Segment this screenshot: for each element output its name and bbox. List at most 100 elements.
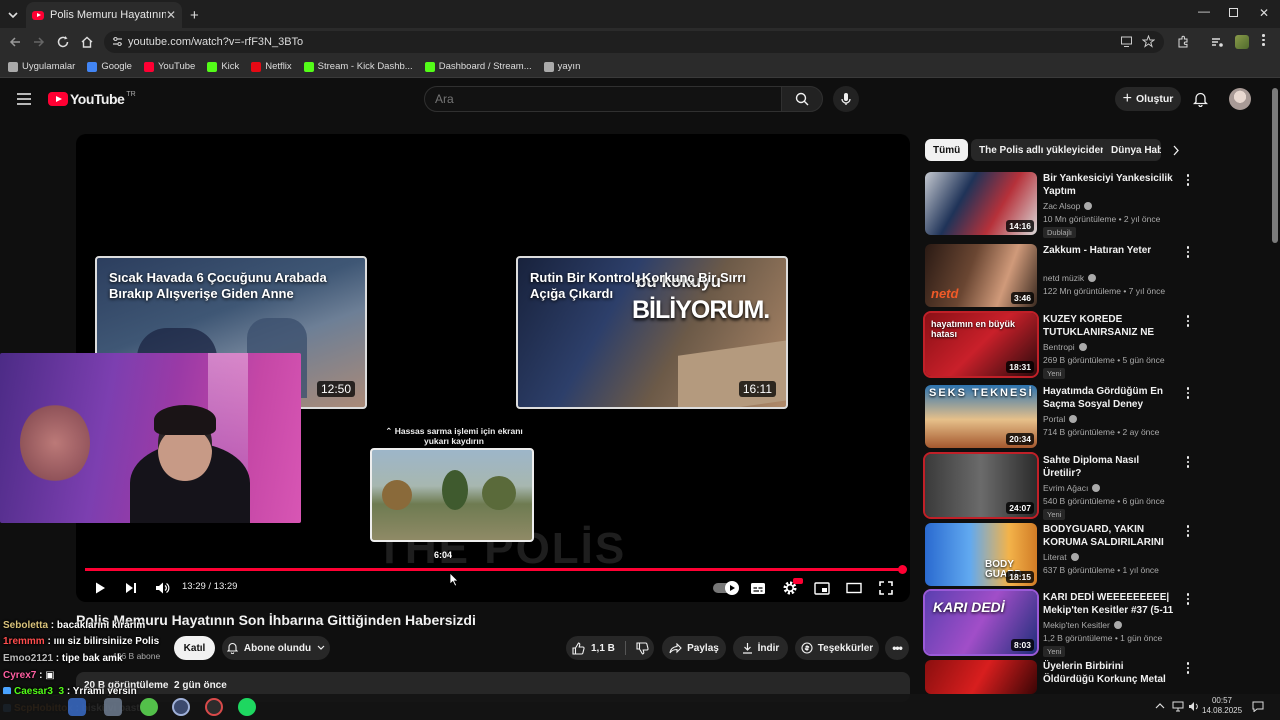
- more-vertical-icon[interactable]: [1183, 456, 1193, 470]
- more-vertical-icon[interactable]: [1183, 662, 1193, 676]
- channel-name[interactable]: Evrim Ağacı: [1043, 483, 1101, 493]
- minimize-icon[interactable]: —: [1198, 4, 1210, 18]
- endscreen-video-card[interactable]: bu kokuyu BİLİYORUM. Rutin Bir Kontrol, …: [516, 256, 788, 409]
- video-thumbnail[interactable]: [925, 660, 1037, 694]
- recommended-video[interactable]: BODY GUARD 18:15 BODYGUARD, YAKIN KORUMA S…: [925, 523, 1195, 587]
- address-bar[interactable]: youtube.com/watch?v=-rfF3N_3BTo: [104, 31, 1164, 53]
- recommended-video-title[interactable]: KARI DEDİ WEEEEEEEEE| Mekip'ten Kesitler…: [1043, 591, 1177, 617]
- account-avatar[interactable]: [1229, 88, 1251, 110]
- more-vertical-icon[interactable]: [1183, 387, 1193, 401]
- create-button[interactable]: + Oluştur: [1115, 87, 1181, 111]
- notification-center-icon[interactable]: [1252, 701, 1264, 712]
- extensions-icon[interactable]: [1176, 35, 1190, 49]
- video-thumbnail[interactable]: hayatımın en büyük hatası 18:31: [923, 311, 1039, 378]
- browser-menu-icon[interactable]: [1262, 34, 1265, 46]
- channel-name[interactable]: Literat: [1043, 552, 1079, 562]
- bookmark-item[interactable]: Google: [87, 61, 132, 72]
- channel-name[interactable]: Zac Alsop: [1043, 201, 1093, 211]
- browser-tab[interactable]: Polis Memuru Hayatının Son İhb ✕: [26, 2, 182, 28]
- theater-mode-button[interactable]: [843, 577, 865, 599]
- recommended-video-title[interactable]: Sahte Diploma Nasıl Üretilir?: [1043, 454, 1177, 480]
- subscribed-button[interactable]: Abone olundu: [222, 636, 330, 660]
- more-vertical-icon[interactable]: [1183, 315, 1193, 329]
- bookmark-item[interactable]: Kick: [207, 61, 239, 72]
- taskbar-app-icon[interactable]: [68, 698, 86, 716]
- video-thumbnail[interactable]: KARI DEDİ 8:03: [923, 589, 1039, 656]
- media-controls-icon[interactable]: [1210, 35, 1224, 49]
- channel-name[interactable]: Bentropi: [1043, 342, 1087, 352]
- recommended-video-title[interactable]: Bir Yankesiciyi Yankesicilik Yaptım: [1043, 172, 1177, 198]
- voice-search-button[interactable]: [833, 86, 859, 112]
- fullscreen-button[interactable]: [875, 577, 897, 599]
- taskbar-kick-icon[interactable]: [140, 698, 158, 716]
- play-button[interactable]: [89, 577, 111, 599]
- more-actions-button[interactable]: •••: [885, 636, 909, 660]
- bookmark-item[interactable]: Uygulamalar: [8, 61, 75, 72]
- bookmark-star-icon[interactable]: [1142, 35, 1155, 48]
- recommended-video-title[interactable]: KUZEY KOREDE TUTUKLANIRSANIZ NE OLUR?: [1043, 313, 1177, 339]
- taskbar-app-icon[interactable]: [104, 698, 122, 716]
- recommended-video-title[interactable]: Üyelerin Birbirini Öldürdüğü Korkunç Met…: [1043, 660, 1177, 686]
- miniplayer-button[interactable]: [811, 577, 833, 599]
- recommended-video-title[interactable]: Hayatımda Gördüğüm En Saçma Sosyal Deney: [1043, 385, 1177, 411]
- install-app-icon[interactable]: [1120, 35, 1133, 48]
- channel-name[interactable]: Mekip'ten Kesitler: [1043, 620, 1122, 630]
- system-clock[interactable]: 00:57 14.08.2025: [1202, 696, 1242, 716]
- network-icon[interactable]: [1172, 701, 1184, 712]
- menu-hamburger-icon[interactable]: [16, 92, 32, 106]
- autoplay-toggle[interactable]: [712, 577, 739, 599]
- youtube-logo[interactable]: YouTube TR: [48, 91, 136, 107]
- recommended-video[interactable]: Üyelerin Birbirini Öldürdüğü Korkunç Met…: [925, 660, 1195, 694]
- video-thumbnail[interactable]: 14:16: [925, 172, 1037, 235]
- recommended-video[interactable]: SEKS TEKNESİ 20:34 Hayatımda Gördüğüm En S…: [925, 385, 1195, 449]
- settings-button[interactable]: [779, 577, 803, 599]
- mute-button[interactable]: [151, 577, 173, 599]
- subtitles-button[interactable]: [747, 577, 769, 599]
- recommended-video[interactable]: netd 3:46 Zakkum - Hatıran Yeter netd müzik…: [925, 244, 1195, 308]
- bookmark-item[interactable]: yayın: [543, 61, 580, 72]
- more-vertical-icon[interactable]: [1183, 525, 1193, 539]
- taskbar-obs-icon[interactable]: [205, 698, 223, 716]
- close-tab-icon[interactable]: ✕: [166, 8, 176, 22]
- join-button[interactable]: Katıl: [174, 636, 215, 660]
- next-button[interactable]: [120, 577, 142, 599]
- forward-icon[interactable]: [32, 35, 46, 49]
- thanks-button[interactable]: Teşekkürler: [795, 636, 879, 660]
- video-thumbnail[interactable]: 24:07: [923, 452, 1039, 519]
- page-scrollbar-thumb[interactable]: [1272, 88, 1278, 243]
- chevron-right-icon[interactable]: [1172, 145, 1180, 156]
- notifications-bell-icon[interactable]: [1193, 91, 1208, 107]
- home-icon[interactable]: [80, 35, 94, 49]
- chip-all[interactable]: Tümü: [925, 139, 969, 161]
- bookmark-item[interactable]: Netflix: [251, 61, 292, 72]
- bookmark-item[interactable]: Dashboard / Stream...: [424, 61, 532, 72]
- recommended-video-title[interactable]: BODYGUARD, YAKIN KORUMA SALDIRILARINI İZ…: [1043, 523, 1177, 549]
- progress-bar-played[interactable]: [85, 568, 902, 571]
- taskbar-spotify-icon[interactable]: [238, 698, 256, 716]
- bookmark-item[interactable]: YouTube: [143, 61, 195, 72]
- search-button[interactable]: [781, 86, 823, 112]
- channel-name[interactable]: netd müzik: [1043, 273, 1097, 283]
- share-button[interactable]: Paylaş: [662, 636, 726, 660]
- reload-icon[interactable]: [56, 35, 70, 49]
- download-button[interactable]: İndir: [733, 636, 788, 660]
- taskbar-app-icon[interactable]: [172, 698, 190, 716]
- new-tab-icon[interactable]: +: [190, 7, 199, 24]
- chip-from-uploader[interactable]: The Polis adlı yükleyiciden: [971, 139, 1115, 161]
- site-info-icon[interactable]: [112, 36, 123, 47]
- profile-icon[interactable]: [1235, 35, 1249, 49]
- video-thumbnail[interactable]: SEKS TEKNESİ 20:34: [925, 385, 1037, 448]
- more-vertical-icon[interactable]: [1183, 593, 1193, 607]
- restore-icon[interactable]: [1229, 8, 1238, 17]
- video-thumbnail[interactable]: netd 3:46: [925, 244, 1037, 307]
- like-button[interactable]: 1,1 B: [572, 641, 615, 655]
- dislike-button[interactable]: [636, 641, 649, 655]
- tab-search-icon[interactable]: [6, 8, 20, 22]
- recommended-video[interactable]: hayatımın en büyük hatası 18:31 KUZEY KORE…: [923, 311, 1195, 379]
- more-vertical-icon[interactable]: [1183, 174, 1193, 188]
- recommended-video[interactable]: 14:16 Bir Yankesiciyi Yankesicilik Yaptım…: [925, 172, 1195, 238]
- recommended-video[interactable]: KARI DEDİ 8:03 KARI DEDİ WEEEEEEEEE| Mekip…: [923, 589, 1195, 657]
- recommended-video-title[interactable]: Zakkum - Hatıran Yeter: [1043, 244, 1177, 257]
- video-thumbnail[interactable]: BODY GUARD 18:15: [925, 523, 1037, 586]
- tray-chevron-up-icon[interactable]: [1155, 702, 1165, 709]
